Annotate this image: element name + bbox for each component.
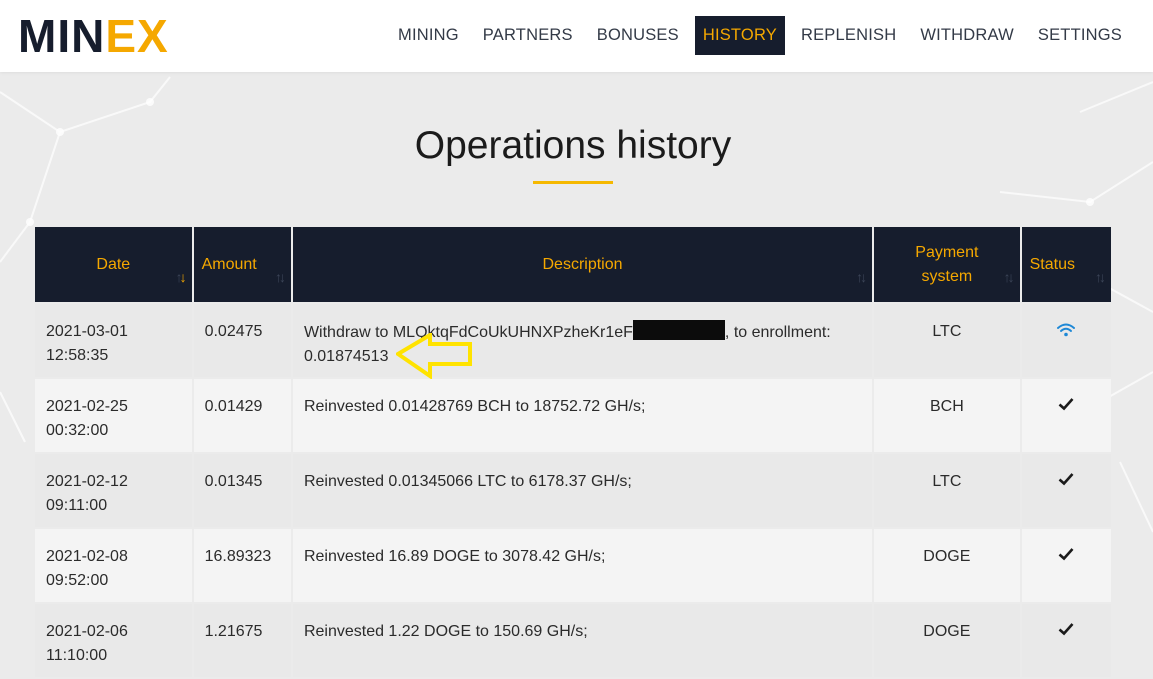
cell-payment-system: LTC [874, 304, 1020, 377]
date-text: 2021-02-12 [46, 473, 128, 490]
page-title: Operations history [414, 124, 732, 167]
column-header-description[interactable]: Description ↑↓ [292, 227, 873, 302]
nav-mining[interactable]: MINING [390, 16, 467, 55]
column-header-label: Date [96, 255, 131, 273]
sort-icon[interactable]: ↑↓ [1095, 265, 1106, 289]
cell-status [1021, 379, 1111, 452]
nav-settings[interactable]: SETTINGS [1030, 16, 1130, 55]
date-text: 2021-02-06 [46, 623, 128, 640]
sort-icon[interactable]: ↑↓ [856, 265, 867, 289]
cell-status [1021, 304, 1111, 377]
time-text: 00:32:00 [46, 422, 109, 439]
column-header-label: Payment system [915, 243, 979, 285]
sort-active-icon[interactable]: ↑↓ [176, 265, 187, 289]
cell-payment-system: LTC [874, 454, 1020, 527]
redaction-box [632, 320, 725, 340]
nav-bonuses[interactable]: BONUSES [589, 16, 687, 55]
column-header-label: Amount [201, 255, 257, 273]
cell-amount: 0.02475 [193, 304, 291, 377]
time-text: 11:10:00 [46, 647, 108, 664]
cell-date: 2021-02-08 09:52:00 [35, 529, 192, 602]
time-text: 09:11:00 [46, 497, 108, 514]
date-text: 2021-03-01 [46, 323, 128, 340]
minex-logo[interactable]: MIN EX [18, 13, 169, 59]
date-text: 2021-02-08 [46, 548, 128, 565]
date-text: 2021-02-25 [46, 398, 128, 415]
cell-amount: 0.01345 [193, 454, 291, 527]
column-header-label: Status [1029, 255, 1075, 273]
column-header-date[interactable]: Date ↑↓ [35, 227, 192, 302]
nav-withdraw[interactable]: WITHDRAW [912, 16, 1022, 55]
table-row: 2021-02-08 09:52:00 16.89323 Reinvested … [35, 529, 1111, 602]
column-header-status[interactable]: Status ↑↓ [1021, 227, 1111, 302]
logo-text: MIN [18, 10, 106, 62]
cell-payment-system: DOGE [874, 529, 1020, 602]
cell-description: Reinvested 16.89 DOGE to 3078.42 GH/s; [292, 529, 873, 602]
cell-date: 2021-02-12 09:11:00 [35, 454, 192, 527]
time-text: 09:52:00 [46, 572, 109, 589]
cell-description: Reinvested 1.22 DOGE to 150.69 GH/s; [292, 604, 873, 677]
checkmark-icon [1058, 548, 1074, 561]
operations-table: Date ↑↓ Amount ↑↓ Description ↑↓ Payment… [33, 225, 1113, 679]
cell-date: 2021-03-01 12:58:35 [35, 304, 192, 377]
cell-status [1021, 454, 1111, 527]
nav-partners[interactable]: PARTNERS [475, 16, 581, 55]
checkmark-icon [1058, 473, 1074, 486]
sort-icon[interactable]: ↑↓ [1004, 265, 1015, 289]
cell-payment-system: BCH [874, 379, 1020, 452]
checkmark-icon [1058, 623, 1074, 636]
top-header: MIN EX MINING PARTNERS BONUSES HISTORY RE… [0, 0, 1153, 72]
column-header-payment-system[interactable]: Payment system ↑↓ [874, 227, 1020, 302]
cell-amount: 16.89323 [193, 529, 291, 602]
cell-status [1021, 529, 1111, 602]
table-row: 2021-02-06 11:10:00 1.21675 Reinvested 1… [35, 604, 1111, 677]
table-row: 2021-02-12 09:11:00 0.01345 Reinvested 0… [35, 454, 1111, 527]
logo-text-accent: EX [105, 10, 169, 62]
cell-date: 2021-02-06 11:10:00 [35, 604, 192, 677]
time-text: 12:58:35 [46, 347, 109, 364]
table-row: 2021-03-01 12:58:35 0.02475 Withdraw to … [35, 304, 1111, 377]
sort-icon[interactable]: ↑↓ [275, 265, 286, 289]
title-underline [533, 181, 613, 184]
column-header-label: Description [542, 255, 623, 273]
cell-description: Withdraw to MLQktqFdCoUkUHNXPzheKr1eF, t… [292, 304, 873, 377]
cell-amount: 1.21675 [193, 604, 291, 677]
cell-status [1021, 604, 1111, 677]
nav-replenish[interactable]: REPLENISH [793, 16, 904, 55]
main-nav: MINING PARTNERS BONUSES HISTORY REPLENIS… [382, 16, 1130, 55]
table-row: 2021-02-25 00:32:00 0.01429 Reinvested 0… [35, 379, 1111, 452]
nav-history[interactable]: HISTORY [694, 16, 785, 55]
column-header-amount[interactable]: Amount ↑↓ [193, 227, 291, 302]
yellow-arrow-annotation [396, 333, 472, 379]
cell-payment-system: DOGE [874, 604, 1020, 677]
cell-date: 2021-02-25 00:32:00 [35, 379, 192, 452]
checkmark-icon [1058, 398, 1074, 411]
cell-description: Reinvested 0.01428769 BCH to 18752.72 GH… [292, 379, 873, 452]
cell-amount: 0.01429 [193, 379, 291, 452]
pending-signal-icon [1057, 323, 1076, 337]
cell-description: Reinvested 0.01345066 LTC to 6178.37 GH/… [292, 454, 873, 527]
